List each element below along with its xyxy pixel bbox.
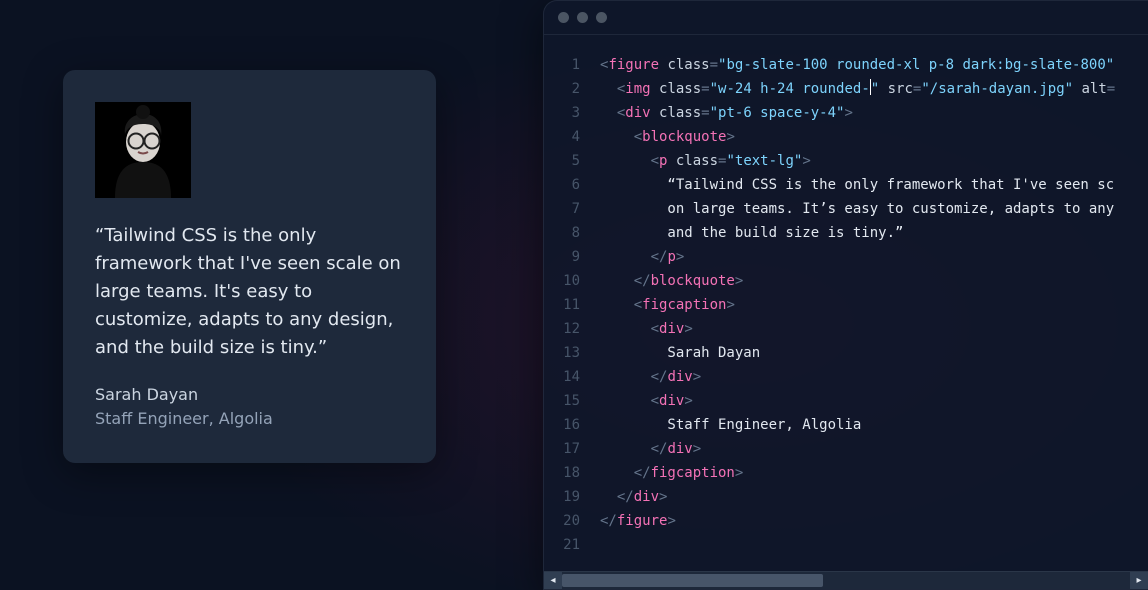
line-number: 8 (544, 221, 580, 245)
horizontal-scrollbar[interactable]: ◂ ▸ (544, 571, 1148, 589)
code-line (600, 533, 1148, 557)
code-line: <figure class="bg-slate-100 rounded-xl p… (600, 53, 1148, 77)
code-line: </figure> (600, 509, 1148, 533)
testimonial-quote: “Tailwind CSS is the only framework that… (95, 222, 404, 361)
window-dot-close[interactable] (558, 12, 569, 23)
code-line: and the build size is tiny.” (600, 221, 1148, 245)
code-line: Sarah Dayan (600, 341, 1148, 365)
code-line: </div> (600, 485, 1148, 509)
scroll-left-arrow[interactable]: ◂ (544, 572, 562, 589)
code-line: </div> (600, 365, 1148, 389)
scroll-right-arrow[interactable]: ▸ (1130, 572, 1148, 589)
code-line: </figcaption> (600, 461, 1148, 485)
code-line: <div> (600, 317, 1148, 341)
scrollbar-track[interactable] (562, 572, 1130, 589)
code-line: “Tailwind CSS is the only framework that… (600, 173, 1148, 197)
line-number: 17 (544, 437, 580, 461)
testimonial-card: “Tailwind CSS is the only framework that… (63, 70, 436, 463)
line-number: 16 (544, 413, 580, 437)
line-number: 13 (544, 341, 580, 365)
code-line: <p class="text-lg"> (600, 149, 1148, 173)
avatar (95, 102, 191, 198)
line-number-gutter: 123456789101112131415161718192021 (544, 53, 590, 571)
code-line: <div> (600, 389, 1148, 413)
code-line: <blockquote> (600, 125, 1148, 149)
window-dot-zoom[interactable] (596, 12, 607, 23)
code-line: <figcaption> (600, 293, 1148, 317)
line-number: 9 (544, 245, 580, 269)
avatar-image (95, 102, 191, 198)
code-line: on large teams. It’s easy to customize, … (600, 197, 1148, 221)
code-line: </blockquote> (600, 269, 1148, 293)
line-number: 18 (544, 461, 580, 485)
line-number: 11 (544, 293, 580, 317)
line-number: 21 (544, 533, 580, 557)
code-content[interactable]: <figure class="bg-slate-100 rounded-xl p… (590, 53, 1148, 571)
code-line: <div class="pt-6 space-y-4"> (600, 101, 1148, 125)
line-number: 2 (544, 77, 580, 101)
line-number: 4 (544, 125, 580, 149)
line-number: 6 (544, 173, 580, 197)
editor-titlebar (544, 1, 1148, 35)
code-line: </p> (600, 245, 1148, 269)
line-number: 20 (544, 509, 580, 533)
code-line: Staff Engineer, Algolia (600, 413, 1148, 437)
code-line: <img class="w-24 h-24 rounded-" src="/sa… (600, 77, 1148, 101)
line-number: 12 (544, 317, 580, 341)
line-number: 3 (544, 101, 580, 125)
line-number: 19 (544, 485, 580, 509)
code-editor: 123456789101112131415161718192021 <figur… (543, 0, 1148, 590)
line-number: 7 (544, 197, 580, 221)
testimonial-caption: Sarah Dayan Staff Engineer, Algolia (95, 383, 404, 431)
line-number: 15 (544, 389, 580, 413)
line-number: 1 (544, 53, 580, 77)
code-area[interactable]: 123456789101112131415161718192021 <figur… (544, 35, 1148, 571)
line-number: 10 (544, 269, 580, 293)
testimonial-name: Sarah Dayan (95, 383, 404, 407)
line-number: 5 (544, 149, 580, 173)
code-line: </div> (600, 437, 1148, 461)
scrollbar-thumb[interactable] (562, 574, 823, 587)
testimonial-role: Staff Engineer, Algolia (95, 407, 404, 431)
window-dot-minimize[interactable] (577, 12, 588, 23)
line-number: 14 (544, 365, 580, 389)
